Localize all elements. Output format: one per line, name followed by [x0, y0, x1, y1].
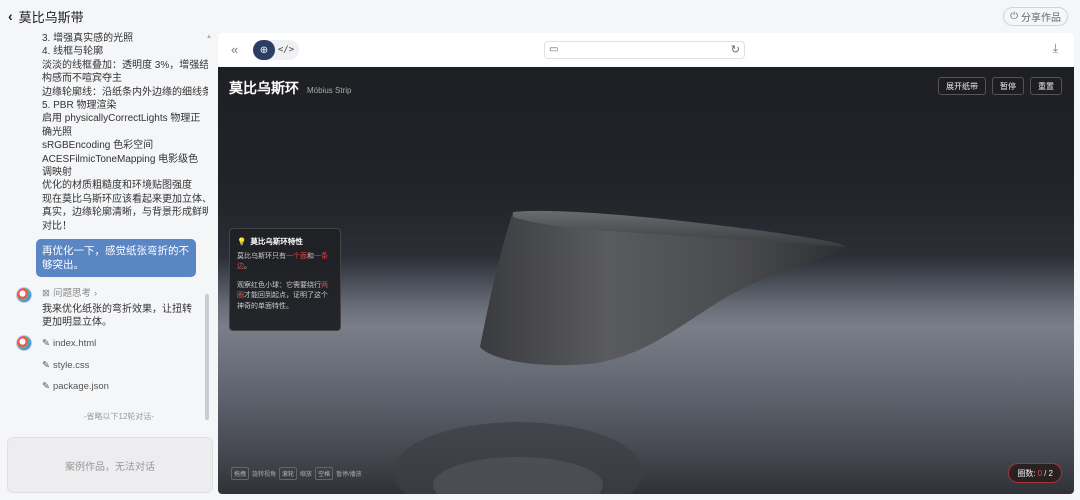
hint-text: 暂停/播放 [336, 472, 362, 478]
file-link[interactable]: ✎ style.css [42, 359, 196, 372]
case-notice: 案例作品，无法对话 [7, 437, 213, 493]
omitted-note: -省略以下12轮对话- [83, 411, 155, 421]
unfold-button[interactable]: 展开纸带 [938, 77, 986, 95]
ai-message: 3. 增强真实感的光照 4. 线框与轮廓 淡淡的线框叠加：透明度 3%，增强结 构感而… [42, 32, 208, 233]
ai-reply: ⊠ 问题思考 › 我来优化纸张的弯折效果，让扭转更加明显立体。 [16, 287, 196, 329]
edit-icon: ✎ [42, 381, 50, 393]
info-title: 💡 莫比乌斯环特性 [237, 237, 303, 246]
back-button[interactable]: ‹ 莫比乌斯带 [8, 7, 84, 26]
globe-icon[interactable]: ⊕ [253, 40, 275, 60]
chevron-right-icon: › [93, 288, 98, 300]
ai-line: 边缘轮廓线：沿纸条内外边缘的细线条 [42, 86, 208, 98]
code-icon[interactable]: </> [275, 45, 297, 55]
chat-panel: 3. 增强真实感的光照 4. 线框与轮廓 淡淡的线框叠加：透明度 3%，增强结 构感而… [0, 32, 216, 500]
ai-line: 4. 线框与轮廓 [42, 46, 104, 58]
ai-line: 淡淡的线框叠加：透明度 3%，增强结 [42, 59, 208, 71]
file-link[interactable]: ✎ package.json [42, 380, 196, 393]
brain-icon: ⊠ [42, 288, 50, 300]
edit-icon: ✎ [42, 338, 50, 350]
share-icon: ⏻ [1010, 11, 1018, 22]
info-card: 💡 莫比乌斯环特性 莫比乌斯环只有一个面和一条边。 观察红色小球：它需要绕行两圈… [229, 228, 341, 331]
top-bar: ‹ 莫比乌斯带 ⏻ 分享作品 [0, 0, 1080, 32]
pause-button[interactable]: 暂停 [992, 77, 1024, 95]
edit-icon: ✎ [42, 359, 50, 371]
scene-subtitle: Möbius Strip [307, 86, 352, 95]
chat-history[interactable]: 3. 增强真实感的光照 4. 线框与轮廓 淡淡的线框叠加：透明度 3%，增强结 构感而… [0, 32, 208, 430]
user-message: 再优化一下，感觉纸张弯折的不够突出。 [36, 239, 196, 278]
scroll-up-icon[interactable]: ▲ [206, 34, 212, 40]
info-paragraph: 观察红色小球：它需要绕行两圈才能回到起点，证明了这个神奇的单面特性。 [237, 281, 328, 310]
assistant-avatar [16, 335, 32, 352]
file-link[interactable]: ✎ index.html [42, 337, 196, 350]
ai-line: 启用 physicallyCorrectLights 物理正 [42, 113, 201, 125]
info-paragraph: 莫比乌斯环只有一个面和一条边。 [237, 252, 328, 271]
control-hints: 拖拽 旋转视角 滚轮 缩放 空格 暂停/播放 [231, 467, 362, 480]
think-label: 问题思考 [52, 288, 91, 300]
ai-files: ✎ index.html ✎ style.css ✎ package.json [16, 335, 196, 393]
lap-counter: 圈数: 0 / 2 [1008, 463, 1062, 483]
ai-line: 优化的材质粗糙度和环境贴图强度 [42, 180, 192, 192]
share-label: 分享作品 [1021, 13, 1061, 24]
preview-toolbar: « ⊕ </> ▭ ↻ ⤓ [218, 33, 1074, 66]
ai-line: 5. PBR 物理渲染 [42, 100, 117, 112]
hint-text: 旋转视角 [252, 472, 277, 478]
reply-text: 我来优化纸张的弯折效果，让扭转更加明显立体。 [42, 303, 192, 328]
chevron-left-icon: ‹ [8, 8, 13, 24]
ai-line: 调映射 [42, 167, 72, 179]
view-switch: ⊕ </> [253, 40, 299, 60]
think-toggle[interactable]: ⊠ 问题思考 › [42, 287, 196, 300]
ai-line: sRGBEncoding 色彩空间 [42, 140, 154, 152]
ai-line: 构感而不喧宾夺主 [42, 73, 122, 85]
preview-panel: « ⊕ </> ▭ ↻ ⤓ 莫比乌斯环 Möbius Strip 展开纸带 暂停… [218, 33, 1074, 494]
collapse-icon[interactable]: « [231, 42, 238, 57]
project-title: 莫比乌斯带 [18, 9, 84, 25]
url-bar[interactable]: ▭ ↻ [544, 41, 745, 59]
hint-key: 空格 [315, 467, 334, 480]
lightbulb-icon: 💡 [237, 237, 247, 246]
scene-controls: 展开纸带 暂停 重置 [938, 77, 1062, 95]
ai-line: 现在莫比乌斯环应该看起来更加立体、 [42, 193, 208, 205]
reset-button[interactable]: 重置 [1030, 77, 1062, 95]
share-button[interactable]: ⏻ 分享作品 [1003, 7, 1068, 26]
monitor-icon: ▭ [549, 44, 559, 55]
scene-title: 莫比乌斯环 Möbius Strip [229, 80, 352, 96]
ai-line: 对比！ [42, 220, 72, 232]
mobius-strip-render [393, 210, 846, 494]
ai-line: 真实，边缘轮廓清晰，与背景形成鲜明 [42, 207, 208, 219]
hint-key: 滚轮 [279, 467, 298, 480]
ai-line: 3. 增强真实感的光照 [42, 33, 134, 44]
hint-key: 拖拽 [231, 467, 250, 480]
ai-line: ACESFilmicToneMapping 电影级色 [42, 153, 199, 165]
scrollbar[interactable] [205, 294, 209, 420]
refresh-icon[interactable]: ↻ [731, 43, 740, 56]
download-icon[interactable]: ⤓ [1053, 41, 1058, 56]
assistant-avatar [16, 287, 32, 304]
render-viewport[interactable]: 莫比乌斯环 Möbius Strip 展开纸带 暂停 重置 💡 莫比乌斯环特性 … [218, 67, 1074, 494]
hint-text: 缩放 [300, 472, 313, 478]
ai-line: 确光照 [42, 126, 72, 138]
